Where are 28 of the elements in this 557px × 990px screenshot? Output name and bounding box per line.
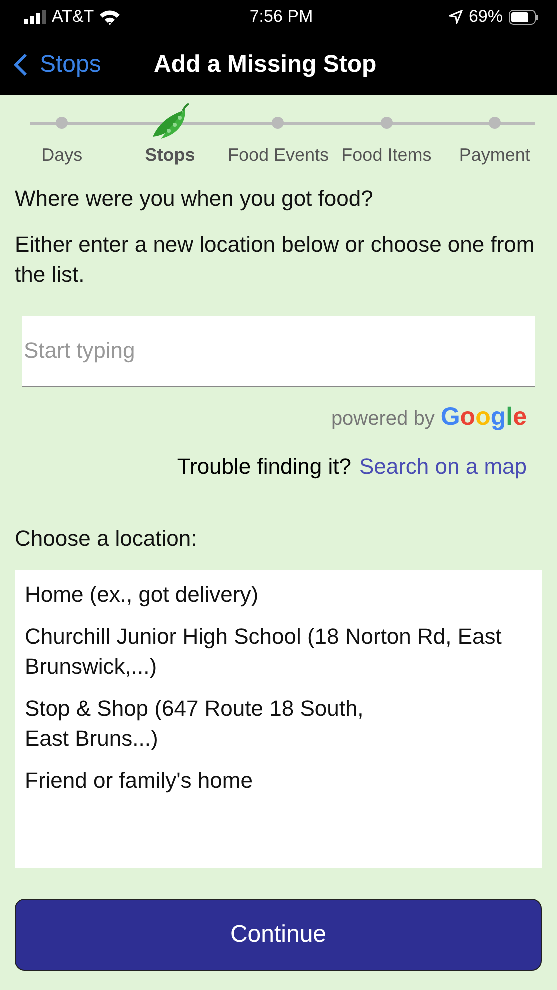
back-button[interactable]: Stops [14,50,154,78]
step-label: Stops [145,145,196,166]
attribution-text: powered by [331,408,435,431]
step-label: Payment [459,145,530,166]
list-label: Choose a location: [15,525,198,553]
location-item[interactable]: Churchill Junior High School (18 Norton Rd, East Brunswick,...) [25,622,532,682]
signal-icon [24,10,46,24]
help-text: Trouble finding it? [177,454,352,480]
carrier-name: AT&T [52,7,94,27]
map-search-link[interactable]: Search on a map [359,454,527,480]
screen-title: Add a Missing Stop [154,50,377,78]
location-search-field[interactable]: Start typing [22,316,535,387]
wifi-icon [100,10,120,24]
battery-percent: 69% [468,7,503,27]
continue-button[interactable]: Continue [15,899,542,971]
brand-logo: Google [440,403,527,432]
battery-icon [509,10,539,24]
location-item[interactable]: Friend or family's home [25,766,532,796]
location-arrow-icon [448,10,463,24]
location-item[interactable]: Stop & Shop (647 Route 18 South, East Bruns...) [25,694,532,754]
back-chevron-icon [14,52,28,76]
clock-time: 7:56 PM [250,7,314,27]
step-label: Food Events [228,145,330,166]
instruction-text: Either enter a new location below or choose one from the list. [15,231,536,289]
step-label: Food Items [342,145,432,166]
location-item[interactable]: Home (ex., got delivery) [25,580,532,610]
question-text: Where were you when you got food? [15,185,374,213]
step-label: Days [42,145,83,166]
